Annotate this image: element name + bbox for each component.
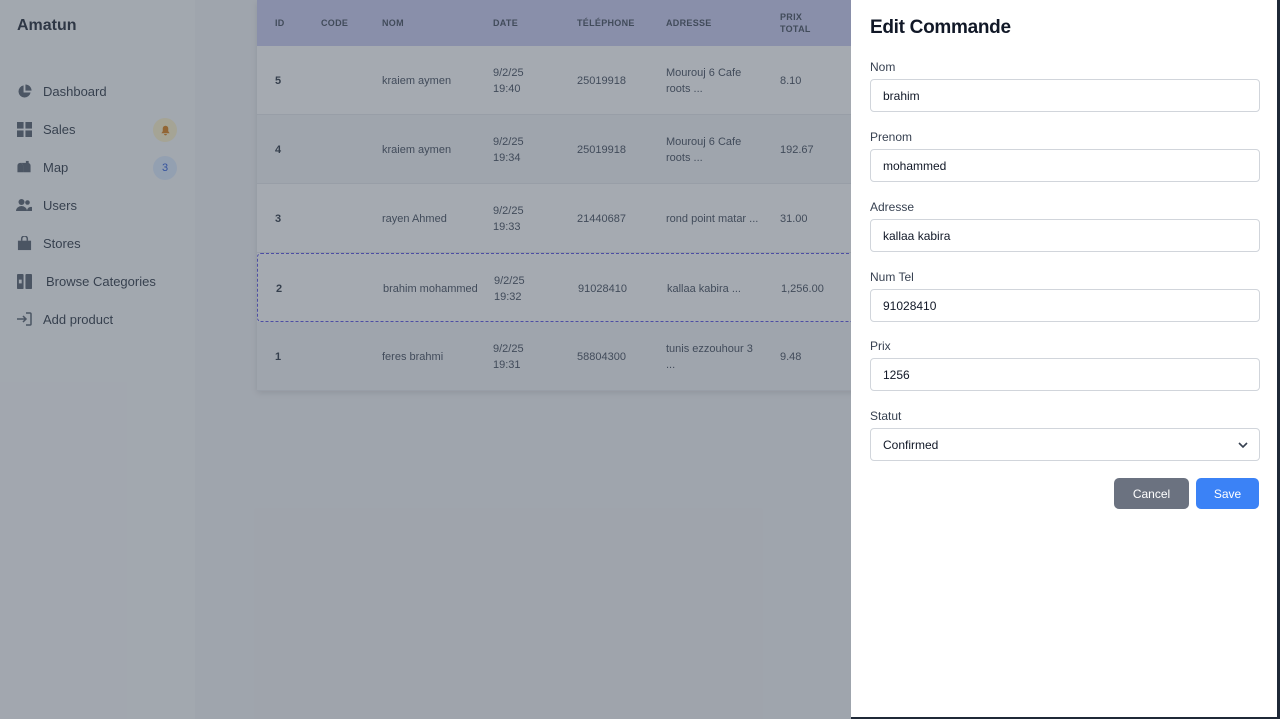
statut-selected-value: Confirmed — [883, 437, 939, 452]
prix-input[interactable] — [870, 358, 1260, 391]
adresse-field-group: Adresse — [870, 200, 1260, 252]
prenom-field-group: Prenom — [870, 130, 1260, 182]
save-button[interactable]: Save — [1196, 478, 1259, 509]
prenom-label: Prenom — [870, 130, 913, 144]
chevron-down-icon — [1237, 439, 1249, 454]
adresse-label: Adresse — [870, 200, 915, 214]
cancel-button[interactable]: Cancel — [1114, 478, 1189, 509]
numtel-field-group: Num Tel — [870, 270, 1260, 322]
nom-label: Nom — [870, 60, 896, 74]
statut-select[interactable]: Confirmed — [870, 428, 1260, 461]
prenom-input[interactable] — [870, 149, 1260, 182]
nom-field-group: Nom — [870, 60, 1260, 112]
prix-field-group: Prix — [870, 339, 1260, 391]
adresse-input[interactable] — [870, 219, 1260, 252]
statut-field-group: Statut Confirmed — [870, 409, 1260, 461]
prix-label: Prix — [870, 339, 891, 353]
statut-label: Statut — [870, 409, 902, 423]
edit-commande-drawer: Edit Commande Nom Prenom Adresse Num Tel… — [851, 0, 1280, 719]
nom-input[interactable] — [870, 79, 1260, 112]
numtel-input[interactable] — [870, 289, 1260, 322]
drawer-title: Edit Commande — [870, 17, 1011, 38]
numtel-label: Num Tel — [870, 270, 914, 284]
